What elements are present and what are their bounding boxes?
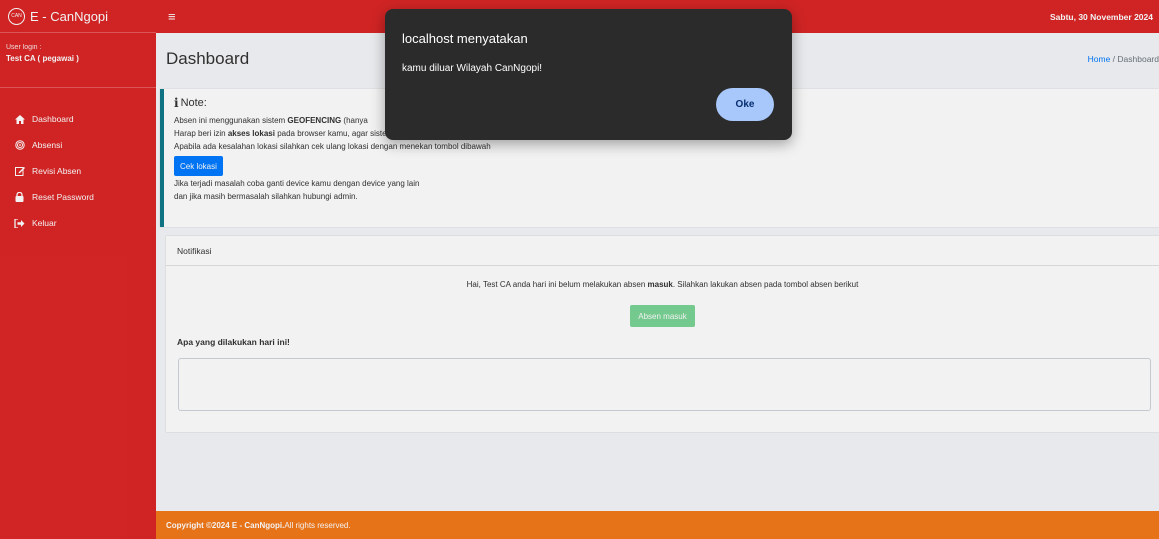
- oke-button[interactable]: Oke: [716, 88, 774, 121]
- alert-dialog: localhost menyatakan kamu diluar Wilayah…: [385, 9, 792, 140]
- dialog-message: kamu diluar Wilayah CanNgopi!: [402, 63, 543, 74]
- dialog-title: localhost menyatakan: [402, 31, 528, 46]
